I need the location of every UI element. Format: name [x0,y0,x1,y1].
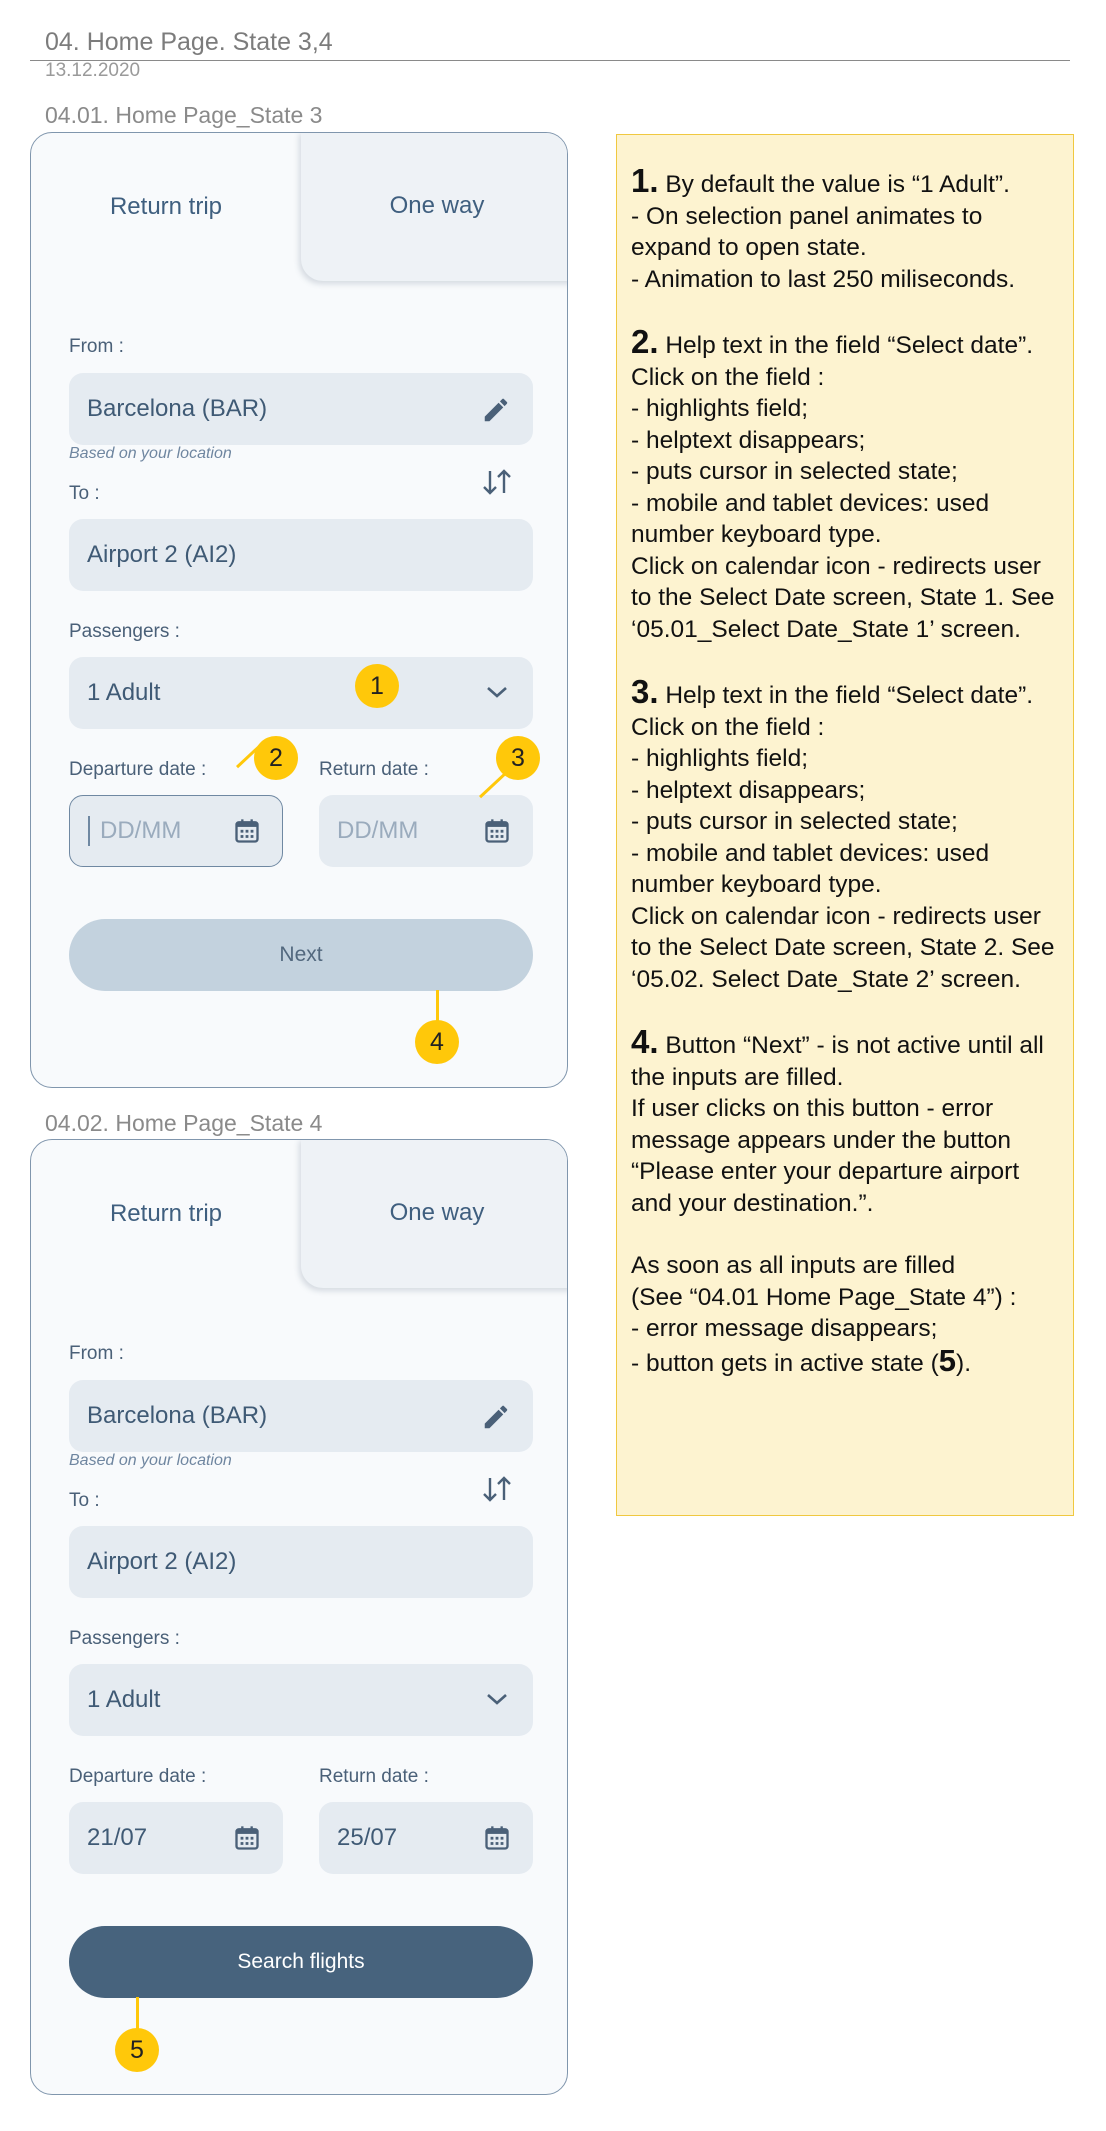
from-field[interactable]: Barcelona (BAR) [69,1380,533,1452]
departure-date-label: Departure date : [69,1766,207,1787]
note-tail-text: As soon as all inputs are filled (See “0… [631,1252,1017,1342]
passengers-label: Passengers : [69,1628,180,1649]
calendar-icon[interactable] [233,817,261,845]
to-field[interactable]: Airport 2 (AI2) [69,1526,533,1598]
swap-arrows-icon[interactable] [481,467,513,497]
annotation-leader-5 [136,1997,139,2029]
return-date-placeholder: DD/MM [337,817,419,844]
tab-return-trip[interactable]: Return trip [31,1140,301,1288]
note-3-text: Help text in the field “Select date”. Cl… [631,682,1055,993]
calendar-icon[interactable] [483,817,511,845]
from-field[interactable]: Barcelona (BAR) [69,373,533,445]
section-title-state-3: 04.01. Home Page_State 3 [45,102,323,128]
annotation-badge-2: 2 [254,736,298,780]
to-field[interactable]: Airport 2 (AI2) [69,519,533,591]
phone-screen-state-3: Return trip One way From : Barcelona (BA… [30,132,568,1088]
note-1-number: 1. [631,162,659,199]
title-divider [30,60,1070,61]
text-cursor [88,816,90,846]
tab-one-way[interactable]: One way [301,133,567,281]
next-button[interactable]: Next [69,919,533,991]
calendar-icon[interactable] [483,1824,511,1852]
note-2: 2. Help text in the field “Select date”.… [631,323,1059,645]
from-value: Barcelona (BAR) [87,1402,268,1429]
departure-date-label: Departure date : [69,759,207,780]
passengers-label: Passengers : [69,621,180,642]
chevron-down-icon[interactable] [485,684,509,700]
note-4: 4. Button “Next” - is not active until a… [631,1023,1059,1219]
from-hint: Based on your location [69,1452,232,1469]
annotation-badge-5: 5 [115,2028,159,2072]
note-2-number: 2. [631,323,659,360]
return-date-value: 25/07 [337,1824,398,1851]
note-4-text: Button “Next” - is not active until all … [631,1032,1044,1217]
annotation-badge-4: 4 [415,1020,459,1064]
annotation-badge-3: 3 [496,736,540,780]
note-3: 3. Help text in the field “Select date”.… [631,673,1059,995]
passengers-value: 1 Adult [87,1686,161,1713]
to-value: Airport 2 (AI2) [87,541,237,568]
phone-screen-state-4: Return trip One way From : Barcelona (BA… [30,1139,568,2095]
note-3-number: 3. [631,673,659,710]
note-1: 1. By default the value is “1 Adult”. - … [631,162,1059,295]
from-label: From : [69,336,124,357]
from-hint: Based on your location [69,445,232,462]
note-1-text: By default the value is “1 Adult”. - On … [631,171,1016,293]
chevron-down-icon[interactable] [485,1691,509,1707]
edit-pencil-icon[interactable] [481,395,511,425]
note-2-text: Help text in the field “Select date”. Cl… [631,332,1055,643]
departure-date-value: 21/07 [87,1824,148,1851]
return-date-label: Return date : [319,759,429,780]
swap-arrows-icon[interactable] [481,1474,513,1504]
edit-pencil-icon[interactable] [481,1402,511,1432]
calendar-icon[interactable] [233,1824,261,1852]
note-tail-last-number: 5 [938,1342,957,1378]
search-flights-button[interactable]: Search flights [69,1926,533,1998]
to-value: Airport 2 (AI2) [87,1548,237,1575]
from-value: Barcelona (BAR) [87,395,268,422]
annotation-badge-1: 1 [355,664,399,708]
tab-return-trip[interactable]: Return trip [31,133,301,281]
page-title: 04. Home Page. State 3,4 [45,28,333,56]
annotation-leader-4 [436,990,439,1022]
note-tail-last-suffix: ). [956,1349,971,1377]
tab-one-way[interactable]: One way [301,1140,567,1288]
to-label: To : [69,1490,100,1511]
to-label: To : [69,483,100,504]
annotation-notes-panel: 1. By default the value is “1 Adult”. - … [616,134,1074,1516]
departure-date-placeholder: DD/MM [100,817,182,844]
return-date-label: Return date : [319,1766,429,1787]
section-title-state-4: 04.02. Home Page_State 4 [45,1110,323,1136]
passengers-value: 1 Adult [87,679,161,706]
from-label: From : [69,1343,124,1364]
passengers-select[interactable]: 1 Adult [69,1664,533,1736]
note-tail-last-prefix: - button gets in active state ( [631,1349,939,1377]
note-4-continued: As soon as all inputs are filled (See “0… [631,1250,1059,1379]
passengers-select[interactable]: 1 Adult [69,657,533,729]
page-date: 13.12.2020 [45,60,141,81]
note-4-number: 4. [631,1023,659,1060]
